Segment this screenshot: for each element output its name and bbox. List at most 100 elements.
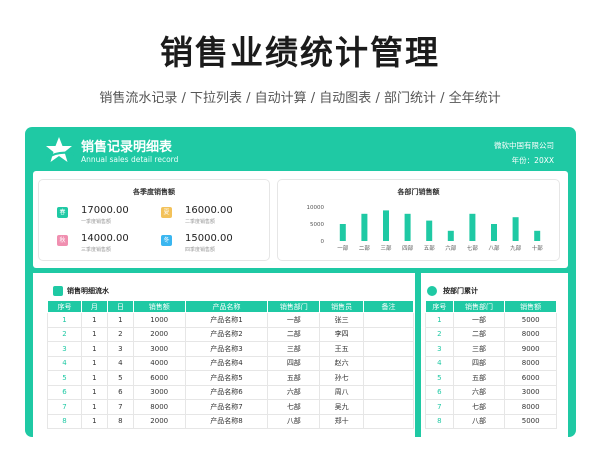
table-cell[interactable]: 7 — [106, 399, 134, 415]
chart-bar[interactable] — [534, 230, 541, 241]
chart-bar[interactable] — [361, 213, 368, 241]
table-cell[interactable]: 2 — [47, 326, 82, 342]
table-row[interactable]: 6 六部 3000 — [425, 384, 557, 400]
table-row[interactable]: 8 1 8 2000 产品名称8 八部 郑十 — [47, 413, 414, 429]
chart-bar[interactable] — [404, 213, 411, 241]
table-cell[interactable]: 3 — [47, 341, 82, 357]
table-cell[interactable]: 5 — [425, 370, 454, 386]
table-cell[interactable]: 六部 — [267, 384, 321, 400]
column-header[interactable]: 销售部门 — [452, 300, 506, 313]
table-cell[interactable]: 3 — [106, 341, 134, 357]
table-row[interactable]: 3 三部 9000 — [425, 341, 557, 357]
table-cell[interactable] — [363, 370, 414, 386]
table-cell[interactable] — [363, 312, 414, 328]
table-cell[interactable]: 产品名称7 — [184, 399, 269, 415]
table-cell[interactable]: 一部 — [452, 312, 506, 328]
table-cell[interactable]: 产品名称5 — [184, 370, 269, 386]
table-cell[interactable]: 5 — [47, 370, 82, 386]
table-cell[interactable]: 8000 — [132, 399, 186, 415]
table-cell[interactable] — [363, 399, 414, 415]
table-cell[interactable]: 5000 — [504, 413, 557, 429]
table-cell[interactable]: 1 — [80, 413, 108, 429]
table-cell[interactable]: 8000 — [504, 355, 557, 371]
table-cell[interactable]: 郑十 — [319, 413, 365, 429]
table-cell[interactable]: 李四 — [319, 326, 365, 342]
column-header[interactable]: 销售部门 — [267, 300, 321, 313]
table-cell[interactable]: 8000 — [504, 399, 557, 415]
column-header[interactable]: 备注 — [363, 300, 414, 313]
table-cell[interactable]: 1 — [47, 312, 82, 328]
table-cell[interactable]: 4 — [47, 355, 82, 371]
table-cell[interactable]: 产品名称2 — [184, 326, 269, 342]
table-row[interactable]: 3 1 3 3000 产品名称3 三部 王五 — [47, 341, 414, 357]
table-cell[interactable]: 七部 — [452, 399, 506, 415]
table-row[interactable]: 2 二部 8000 — [425, 326, 557, 342]
chart-bar[interactable] — [383, 210, 389, 241]
table-row[interactable]: 6 1 6 3000 产品名称6 六部 周八 — [47, 384, 414, 400]
table-cell[interactable]: 6 — [106, 384, 134, 400]
table-cell[interactable]: 6 — [425, 384, 454, 400]
table-cell[interactable]: 三部 — [267, 341, 321, 357]
table-cell[interactable]: 三部 — [452, 341, 506, 357]
chart-bar[interactable] — [469, 213, 476, 241]
table-cell[interactable]: 2000 — [132, 413, 186, 429]
table-cell[interactable]: 4000 — [132, 355, 186, 371]
table-cell[interactable]: 四部 — [452, 355, 506, 371]
table-cell[interactable]: 4 — [106, 355, 134, 371]
table-cell[interactable]: 2 — [106, 326, 134, 342]
table-cell[interactable]: 6 — [47, 384, 82, 400]
table-row[interactable]: 1 一部 5000 — [425, 312, 557, 328]
column-header[interactable]: 销售员 — [319, 300, 365, 313]
table-cell[interactable]: 张三 — [319, 312, 365, 328]
chart-bar[interactable] — [512, 217, 519, 241]
table-cell[interactable]: 产品名称1 — [184, 312, 269, 328]
table-cell[interactable]: 3000 — [504, 384, 557, 400]
column-header[interactable]: 销售额 — [504, 300, 557, 313]
chart-bar[interactable] — [491, 224, 497, 241]
table-cell[interactable]: 1 — [80, 399, 108, 415]
table-cell[interactable]: 1 — [80, 326, 108, 342]
table-cell[interactable]: 5 — [106, 370, 134, 386]
table-cell[interactable]: 6000 — [132, 370, 186, 386]
table-row[interactable]: 2 1 2 2000 产品名称2 二部 李四 — [47, 326, 414, 342]
table-cell[interactable]: 2 — [425, 326, 454, 342]
table-cell[interactable]: 王五 — [319, 341, 365, 357]
table-row[interactable]: 4 1 4 4000 产品名称4 四部 赵六 — [47, 355, 414, 371]
table-cell[interactable]: 孙七 — [319, 370, 365, 386]
table-cell[interactable]: 1 — [80, 312, 108, 328]
table-row[interactable]: 7 1 7 8000 产品名称7 七部 吴九 — [47, 399, 414, 415]
table-row[interactable]: 8 八部 5000 — [425, 413, 557, 429]
table-row[interactable]: 4 四部 8000 — [425, 355, 557, 371]
table-cell[interactable]: 8 — [106, 413, 134, 429]
table-cell[interactable]: 产品名称6 — [184, 384, 269, 400]
table-cell[interactable]: 1 — [80, 370, 108, 386]
column-header[interactable]: 日 — [106, 300, 134, 313]
table-cell[interactable]: 5000 — [504, 312, 557, 328]
column-header[interactable]: 销售额 — [132, 300, 186, 313]
table-cell[interactable] — [363, 413, 414, 429]
table-cell[interactable] — [363, 341, 414, 357]
table-cell[interactable]: 二部 — [452, 326, 506, 342]
table-cell[interactable]: 产品名称3 — [184, 341, 269, 357]
table-cell[interactable]: 1 — [425, 312, 454, 328]
table-cell[interactable]: 产品名称8 — [184, 413, 269, 429]
table-cell[interactable]: 一部 — [267, 312, 321, 328]
table-cell[interactable]: 八部 — [267, 413, 321, 429]
table-row[interactable]: 5 1 5 6000 产品名称5 五部 孙七 — [47, 370, 414, 386]
table-cell[interactable] — [363, 384, 414, 400]
table-cell[interactable]: 七部 — [267, 399, 321, 415]
table-cell[interactable]: 7 — [425, 399, 454, 415]
table-cell[interactable]: 3000 — [132, 341, 186, 357]
table-cell[interactable]: 五部 — [452, 370, 506, 386]
table-cell[interactable]: 1 — [80, 384, 108, 400]
table-row[interactable]: 5 五部 6000 — [425, 370, 557, 386]
column-header[interactable]: 月 — [80, 300, 108, 313]
column-header[interactable]: 序号 — [47, 300, 82, 313]
table-cell[interactable]: 产品名称4 — [184, 355, 269, 371]
table-cell[interactable]: 8000 — [504, 326, 557, 342]
table-row[interactable]: 1 1 1 1000 产品名称1 一部 张三 — [47, 312, 414, 328]
table-cell[interactable]: 1 — [80, 341, 108, 357]
table-row[interactable]: 7 七部 8000 — [425, 399, 557, 415]
table-cell[interactable] — [363, 355, 414, 371]
table-cell[interactable]: 1 — [106, 312, 134, 328]
